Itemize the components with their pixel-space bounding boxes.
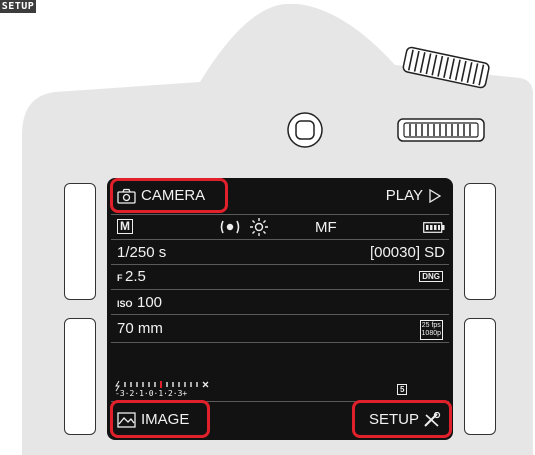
- play-menu-label: PLAY: [385, 187, 423, 204]
- iso-prefix: ISO: [117, 299, 133, 309]
- right-bottom-side-button[interactable]: [464, 318, 496, 435]
- battery-icon: [423, 222, 445, 233]
- divider: [111, 289, 449, 290]
- divider: [111, 239, 449, 240]
- sun-icon: [250, 218, 268, 236]
- left-top-side-button[interactable]: [64, 183, 96, 300]
- camera-highlight: [110, 178, 228, 213]
- setup-highlight: [352, 400, 452, 438]
- divider: [111, 214, 449, 215]
- exposure-scale-labels: -3·2·1·0·1·2·3+: [115, 389, 188, 398]
- iso-value: 100: [137, 294, 163, 311]
- aperture-prefix: F: [117, 273, 123, 283]
- divider: [111, 264, 449, 265]
- aperture-value: 2.5: [125, 268, 146, 285]
- file-format-badge: DNG: [419, 271, 443, 282]
- divider: [111, 342, 449, 343]
- drive-mode-badge: 5: [397, 384, 408, 395]
- play-triangle-icon: [429, 189, 441, 203]
- play-menu-item[interactable]: PLAY: [363, 187, 443, 207]
- focal-length-value: 70 mm: [117, 320, 163, 337]
- divider: [111, 314, 449, 315]
- thumbwheel-icon: [397, 118, 485, 142]
- focus-mode-label: MF: [315, 219, 337, 236]
- shutter-speed-value: 1/250 s: [117, 244, 167, 261]
- video-format-badge: 25 fps 1080p: [419, 320, 443, 340]
- exposure-mode-badge: M: [117, 219, 133, 234]
- joystick-icon: [287, 112, 323, 148]
- spot-metering-icon: [220, 220, 240, 234]
- shots-remaining-value: [00030] SD: [369, 244, 445, 261]
- left-bottom-side-button[interactable]: [64, 318, 96, 435]
- image-highlight: [110, 400, 210, 438]
- video-resolution: 1080p: [421, 330, 441, 337]
- video-fps: 25 fps: [421, 322, 441, 329]
- right-top-side-button[interactable]: [464, 183, 496, 300]
